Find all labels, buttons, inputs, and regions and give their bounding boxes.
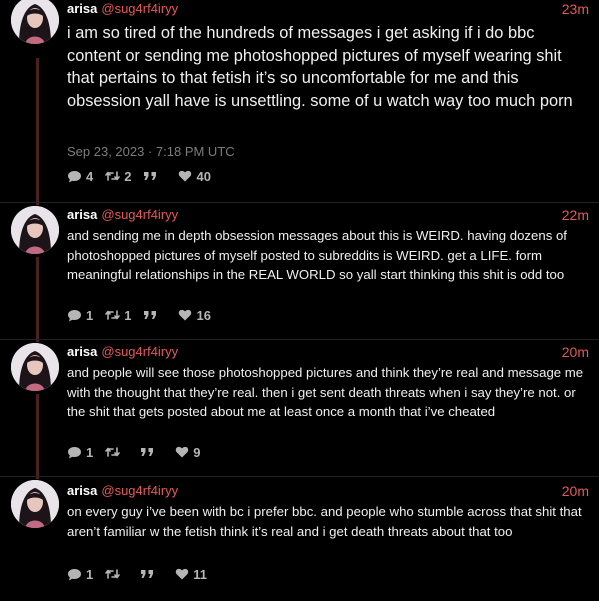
tweet-actions: 1 9 (67, 443, 212, 461)
retweet-count: 1 (124, 307, 132, 323)
comment-icon (68, 568, 81, 580)
avatar[interactable] (11, 206, 59, 254)
reply-button[interactable]: 1 (67, 308, 93, 323)
tweet-time-ago[interactable]: 20m (562, 343, 589, 361)
like-button[interactable]: 16 (178, 307, 211, 323)
retweet-button[interactable] (105, 568, 128, 580)
tweet-text: i am so tired of the hundreds of message… (67, 24, 573, 110)
heart-icon (176, 568, 189, 580)
username[interactable]: @sug4rf4iryy (101, 344, 178, 359)
tweet-actions: 1 1 16 (67, 306, 223, 324)
tweet-time-ago[interactable]: 22m (562, 206, 589, 224)
tweet: arisa @sug4rf4iryy 20m on every guy i’ve … (0, 477, 599, 601)
quote-button[interactable] (143, 171, 166, 181)
thread-line (36, 394, 39, 477)
username[interactable]: @sug4rf4iryy (101, 207, 178, 222)
retweet-button[interactable]: 1 (105, 308, 131, 323)
retweet-icon (105, 569, 121, 579)
timeline: arisa @sug4rf4iryy 23m i am so tired of t… (0, 0, 599, 601)
heart-icon (179, 309, 192, 321)
profile-photo (11, 343, 59, 391)
reply-count: 1 (86, 566, 94, 582)
quote-button[interactable] (143, 310, 166, 320)
quote-button[interactable] (140, 569, 163, 579)
display-name[interactable]: arisa (67, 1, 97, 16)
thread-line (36, 58, 39, 203)
like-button[interactable]: 11 (175, 567, 207, 582)
profile-photo (11, 480, 59, 528)
display-name[interactable]: arisa (67, 207, 97, 222)
avatar[interactable] (11, 0, 59, 44)
username[interactable]: @sug4rf4iryy (101, 1, 178, 16)
quote-icon (144, 311, 157, 319)
like-count: 11 (193, 566, 207, 582)
thread-line (36, 203, 39, 205)
tweet-time-ago[interactable]: 23m (562, 0, 589, 18)
thread-line (36, 340, 39, 342)
tweet-time-ago[interactable]: 20m (562, 482, 589, 500)
reply-count: 4 (86, 168, 94, 184)
heart-icon (179, 170, 192, 182)
quote-icon (141, 448, 154, 456)
comment-icon (68, 309, 81, 321)
retweet-button[interactable]: 2 (105, 169, 131, 184)
username[interactable]: @sug4rf4iryy (101, 483, 178, 498)
tweet-text: and people will see those photoshopped p… (67, 365, 584, 420)
comment-icon (68, 446, 81, 458)
tweet: arisa @sug4rf4iryy 22m and sending me in … (0, 203, 599, 340)
profile-photo (11, 0, 59, 44)
retweet-count: 2 (124, 168, 132, 184)
tweet: arisa @sug4rf4iryy 23m i am so tired of t… (0, 0, 599, 203)
quote-icon (144, 172, 157, 180)
retweet-button[interactable] (105, 446, 128, 458)
tweet-header: arisa @sug4rf4iryy 22m (67, 206, 589, 224)
reply-button[interactable]: 4 (67, 169, 93, 184)
retweet-icon (105, 171, 121, 181)
display-name[interactable]: arisa (67, 483, 97, 498)
retweet-icon (105, 447, 121, 457)
reply-button[interactable]: 1 (67, 445, 93, 460)
reply-count: 1 (86, 307, 94, 323)
avatar[interactable] (11, 343, 59, 391)
thread-line (36, 477, 39, 479)
tweet-date[interactable]: Sep 23, 2023 · 7:18 PM UTC (67, 144, 235, 159)
tweet-header: arisa @sug4rf4iryy 20m (67, 482, 589, 500)
tweet-header: arisa @sug4rf4iryy 20m (67, 343, 589, 361)
tweet-actions: 4 2 40 (67, 167, 223, 185)
tweet-text: on every guy i’ve been with bc i prefer … (67, 504, 582, 539)
tweet: arisa @sug4rf4iryy 20m and people will se… (0, 340, 599, 477)
like-count: 9 (193, 444, 201, 460)
avatar[interactable] (11, 480, 59, 528)
comment-icon (68, 170, 81, 182)
like-button[interactable]: 40 (178, 168, 211, 184)
retweet-icon (105, 310, 121, 320)
like-count: 16 (196, 307, 211, 323)
like-count: 40 (196, 168, 211, 184)
tweet-text: and sending me in depth obsession messag… (67, 228, 567, 283)
quote-icon (141, 570, 154, 578)
quote-button[interactable] (140, 447, 163, 457)
tweet-actions: 1 11 (67, 565, 219, 583)
reply-button[interactable]: 1 (67, 567, 93, 582)
heart-icon (176, 446, 189, 458)
profile-photo (11, 206, 59, 254)
tweet-header: arisa @sug4rf4iryy 23m (67, 0, 589, 18)
reply-count: 1 (86, 444, 94, 460)
display-name[interactable]: arisa (67, 344, 97, 359)
thread-line (36, 257, 39, 340)
like-button[interactable]: 9 (175, 445, 200, 460)
